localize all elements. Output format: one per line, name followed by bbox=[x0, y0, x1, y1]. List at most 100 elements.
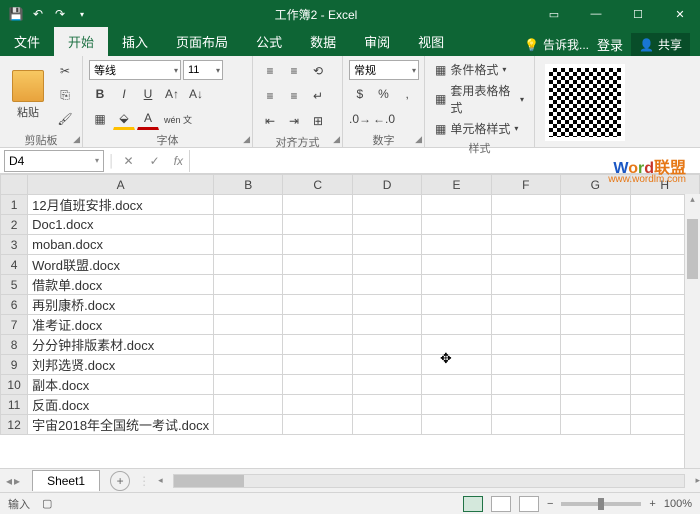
cell[interactable]: 12月值班安排.docx bbox=[28, 195, 214, 215]
decrease-decimal-button[interactable]: ←.0 bbox=[373, 108, 395, 130]
cell[interactable] bbox=[422, 255, 491, 275]
close-button[interactable]: ✕ bbox=[660, 0, 700, 28]
cell[interactable] bbox=[422, 415, 491, 435]
select-all-corner[interactable] bbox=[1, 175, 28, 195]
cell[interactable] bbox=[283, 255, 352, 275]
add-sheet-button[interactable]: + bbox=[110, 471, 130, 491]
cell[interactable]: 副本.docx bbox=[28, 375, 214, 395]
increase-indent-button[interactable]: ⇥ bbox=[283, 110, 305, 132]
cell-styles-button[interactable]: ▦单元格样式▾ bbox=[431, 119, 528, 138]
tab-formulas[interactable]: 公式 bbox=[242, 27, 296, 56]
cell[interactable] bbox=[352, 195, 421, 215]
cell[interactable] bbox=[352, 295, 421, 315]
cell[interactable] bbox=[560, 275, 630, 295]
orientation-button[interactable]: ⟲ bbox=[307, 60, 329, 82]
fill-color-button[interactable]: ⬙ bbox=[113, 108, 135, 130]
page-break-view-button[interactable] bbox=[519, 496, 539, 512]
clipboard-launcher-icon[interactable]: ◢ bbox=[73, 134, 80, 145]
sheet-nav-prev-icon[interactable]: ◂ bbox=[6, 474, 12, 488]
row-header[interactable]: 4 bbox=[1, 255, 28, 275]
row-header[interactable]: 12 bbox=[1, 415, 28, 435]
cell[interactable] bbox=[352, 215, 421, 235]
cells-table[interactable]: ABCDEFGH112月值班安排.docx2Doc1.docx3moban.do… bbox=[0, 174, 700, 435]
row-header[interactable]: 1 bbox=[1, 195, 28, 215]
increase-font-button[interactable]: A↑ bbox=[161, 83, 183, 105]
share-button[interactable]: 👤 共享 bbox=[631, 33, 690, 56]
cell[interactable] bbox=[214, 275, 283, 295]
cell[interactable] bbox=[214, 395, 283, 415]
copy-button[interactable]: ⎘ bbox=[54, 84, 76, 106]
cell[interactable] bbox=[214, 255, 283, 275]
hscroll-thumb[interactable] bbox=[174, 475, 244, 487]
cell[interactable] bbox=[283, 415, 352, 435]
vertical-scrollbar[interactable]: ▴ bbox=[684, 194, 700, 468]
align-center-button[interactable]: ≡ bbox=[283, 85, 305, 107]
percent-button[interactable]: % bbox=[373, 83, 395, 105]
merge-button[interactable]: ⊞ bbox=[307, 110, 329, 132]
page-layout-view-button[interactable] bbox=[491, 496, 511, 512]
horizontal-scrollbar[interactable] bbox=[173, 474, 686, 488]
currency-button[interactable]: $ bbox=[349, 83, 371, 105]
cell[interactable] bbox=[422, 355, 491, 375]
number-format-select[interactable]: 常规 bbox=[349, 60, 419, 80]
phonetic-button[interactable]: wén 文 bbox=[161, 108, 195, 130]
row-header[interactable]: 5 bbox=[1, 275, 28, 295]
cell[interactable]: 借款单.docx bbox=[28, 275, 214, 295]
cell[interactable] bbox=[422, 335, 491, 355]
insert-function-button[interactable]: fx bbox=[168, 154, 189, 168]
align-left-button[interactable]: ≡ bbox=[259, 85, 281, 107]
redo-icon[interactable]: ↷ bbox=[52, 6, 68, 22]
maximize-button[interactable]: ☐ bbox=[618, 0, 658, 28]
sheet-nav-next-icon[interactable]: ▸ bbox=[14, 474, 20, 488]
column-header[interactable]: D bbox=[352, 175, 421, 195]
cell[interactable] bbox=[422, 235, 491, 255]
cell[interactable] bbox=[491, 335, 560, 355]
row-header[interactable]: 11 bbox=[1, 395, 28, 415]
cell[interactable] bbox=[214, 215, 283, 235]
cell[interactable] bbox=[214, 295, 283, 315]
cell[interactable] bbox=[352, 415, 421, 435]
cancel-icon[interactable]: ✕ bbox=[116, 154, 142, 168]
cell[interactable] bbox=[491, 415, 560, 435]
decrease-font-button[interactable]: A↓ bbox=[185, 83, 207, 105]
cut-button[interactable]: ✂ bbox=[54, 60, 76, 82]
normal-view-button[interactable] bbox=[463, 496, 483, 512]
cell[interactable]: 反面.docx bbox=[28, 395, 214, 415]
cell[interactable] bbox=[560, 355, 630, 375]
cell[interactable]: Doc1.docx bbox=[28, 215, 214, 235]
cell[interactable] bbox=[283, 235, 352, 255]
wrap-text-button[interactable]: ↵ bbox=[307, 85, 329, 107]
cell[interactable] bbox=[283, 195, 352, 215]
decrease-indent-button[interactable]: ⇤ bbox=[259, 110, 281, 132]
name-box[interactable]: D4▾ bbox=[4, 150, 104, 172]
cell[interactable] bbox=[214, 235, 283, 255]
cell[interactable] bbox=[560, 215, 630, 235]
align-top-button[interactable]: ≡ bbox=[259, 60, 281, 82]
italic-button[interactable]: I bbox=[113, 83, 135, 105]
cell[interactable] bbox=[491, 275, 560, 295]
cell[interactable] bbox=[491, 255, 560, 275]
cell[interactable] bbox=[560, 195, 630, 215]
cell[interactable] bbox=[214, 195, 283, 215]
cell[interactable] bbox=[491, 235, 560, 255]
cell[interactable] bbox=[283, 315, 352, 335]
macro-record-icon[interactable]: ▢ bbox=[42, 497, 52, 510]
zoom-out-button[interactable]: − bbox=[547, 498, 553, 510]
cell[interactable] bbox=[491, 195, 560, 215]
row-header[interactable]: 9 bbox=[1, 355, 28, 375]
cell[interactable] bbox=[352, 235, 421, 255]
worksheet-grid[interactable]: ABCDEFGH112月值班安排.docx2Doc1.docx3moban.do… bbox=[0, 174, 700, 468]
row-header[interactable]: 8 bbox=[1, 335, 28, 355]
underline-button[interactable]: U bbox=[137, 83, 159, 105]
paste-button[interactable]: 粘贴 bbox=[6, 60, 50, 130]
cell[interactable] bbox=[352, 275, 421, 295]
cell[interactable] bbox=[422, 195, 491, 215]
cell[interactable] bbox=[560, 295, 630, 315]
cell[interactable] bbox=[422, 395, 491, 415]
minimize-button[interactable]: — bbox=[576, 0, 616, 28]
column-header[interactable]: B bbox=[214, 175, 283, 195]
font-size-select[interactable]: 11 bbox=[183, 60, 223, 80]
vscroll-thumb[interactable] bbox=[687, 219, 698, 279]
tab-view[interactable]: 视图 bbox=[404, 27, 458, 56]
cell[interactable] bbox=[491, 375, 560, 395]
